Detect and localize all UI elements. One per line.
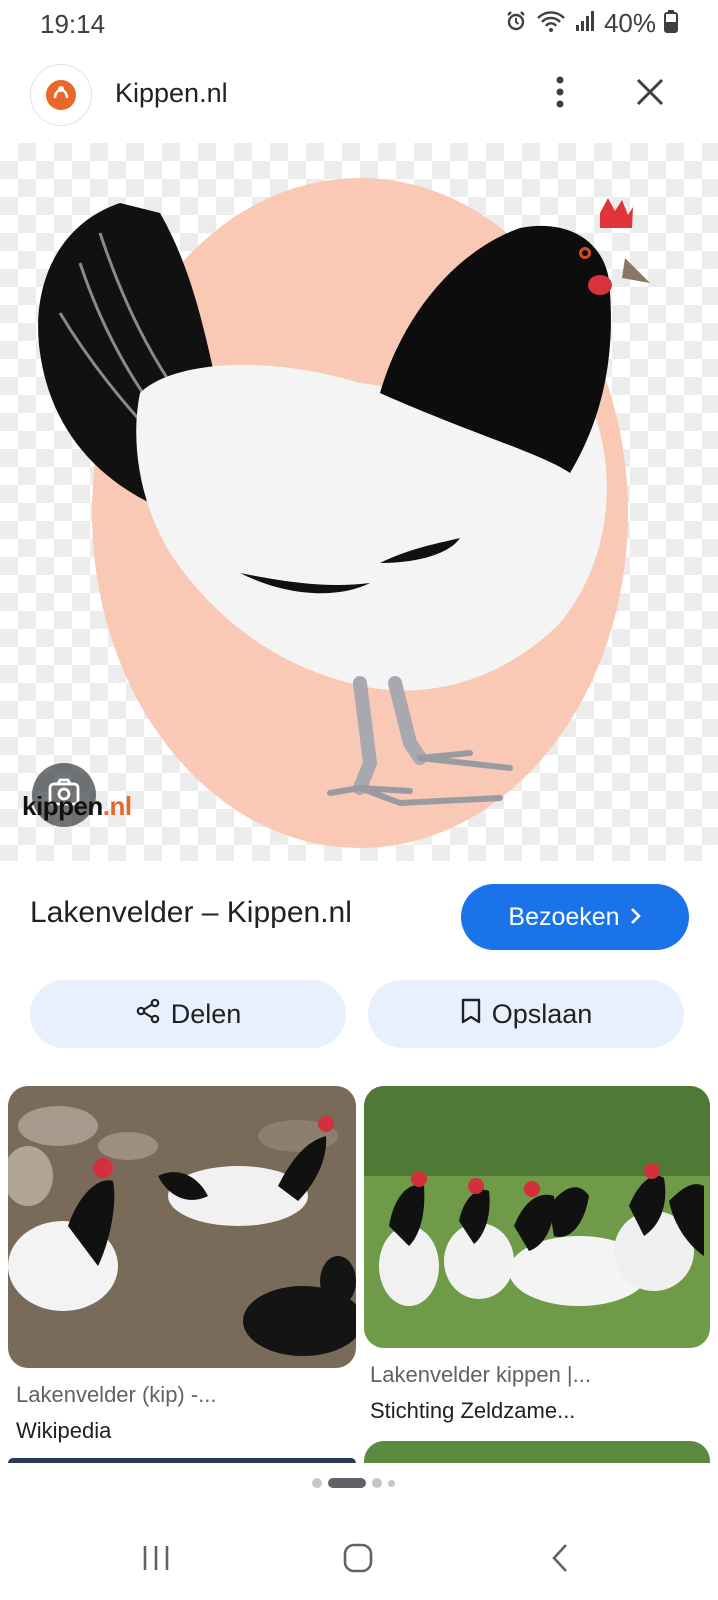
signal-icon	[574, 10, 596, 37]
chevron-right-icon	[630, 903, 642, 932]
battery-icon	[664, 9, 678, 38]
watermark-text: kippen.nl	[22, 791, 132, 821]
page-dot	[388, 1479, 395, 1487]
share-icon	[135, 998, 161, 1031]
page-dot	[372, 1478, 382, 1488]
related-thumb-1[interactable]	[8, 1086, 356, 1368]
page-dot-active	[328, 1478, 366, 1488]
home-button[interactable]	[328, 1534, 388, 1586]
related-thumb-3[interactable]	[364, 1441, 710, 1463]
chickens-photo-2	[364, 1086, 710, 1348]
save-label: Opslaan	[491, 998, 593, 1029]
watermark: kippen.nl	[22, 791, 132, 822]
bookmark-icon	[460, 998, 482, 1031]
system-nav-bar	[0, 1520, 718, 1600]
recents-button[interactable]	[126, 1534, 186, 1586]
chicken-photo	[38, 178, 650, 848]
wifi-icon	[536, 9, 566, 38]
status-bar: 19:14 40%	[0, 0, 718, 48]
status-time: 19:14	[40, 9, 106, 39]
more-vert-icon	[555, 74, 565, 115]
related-source-1: Wikipedia	[16, 1418, 112, 1443]
save-button[interactable]: Opslaan	[368, 980, 684, 1048]
related-thumb-2[interactable]	[364, 1086, 710, 1348]
alarm-icon	[504, 9, 528, 38]
related-caption-2: Lakenvelder kippen |...	[370, 1362, 591, 1387]
site-name: Kippen.nl	[115, 78, 228, 108]
kippen-logo-icon	[30, 64, 92, 126]
related-source-2: Stichting Zeldzame...	[370, 1398, 576, 1423]
visit-button[interactable]: Bezoeken	[461, 884, 689, 950]
result-title[interactable]: Lakenvelder – Kippen.nl	[30, 896, 352, 930]
recents-icon	[141, 1543, 171, 1578]
related-thumb-4[interactable]	[8, 1458, 356, 1463]
result-header: Kippen.nl	[0, 58, 718, 132]
related-caption-1: Lakenvelder (kip) -...	[16, 1382, 217, 1407]
visit-label: Bezoeken	[508, 902, 620, 931]
page-dot	[312, 1478, 322, 1488]
home-icon	[342, 1542, 374, 1579]
battery-percentage: 40%	[603, 8, 656, 38]
more-options-button[interactable]	[540, 72, 580, 116]
close-icon	[635, 77, 665, 112]
back-button[interactable]	[530, 1534, 590, 1586]
back-icon	[550, 1542, 570, 1579]
main-image[interactable]: kippen.nl	[0, 143, 718, 861]
close-button[interactable]	[628, 72, 672, 116]
share-label: Delen	[170, 998, 242, 1029]
status-icons: 40%	[504, 8, 678, 39]
page-indicator	[312, 1478, 395, 1488]
chickens-photo-1	[8, 1086, 356, 1368]
share-button[interactable]: Delen	[30, 980, 346, 1048]
